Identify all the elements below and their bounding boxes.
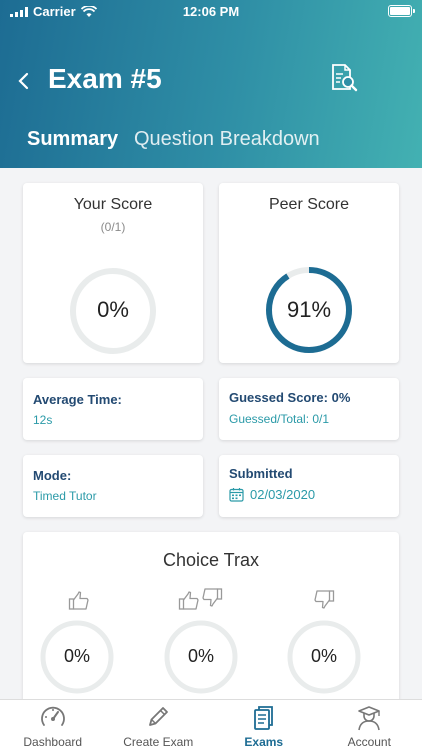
- choice-trax-changed-percent: 0%: [187, 646, 214, 666]
- average-time-value: 12s: [33, 413, 53, 427]
- submitted-date-text: 02/03/2020: [250, 487, 316, 502]
- tab-create-exam[interactable]: Create Exam: [106, 700, 212, 750]
- thumbs-up-down-icon: [178, 588, 223, 610]
- choice-trax-title: Choice Trax: [162, 550, 260, 570]
- guessed-score-label: Guessed Score: 0%: [229, 390, 351, 405]
- your-score-title: Your Score: [73, 196, 153, 213]
- guessed-score-card: Guessed Score: 0% Guessed/Total: 0/1: [219, 378, 399, 440]
- report-search-button[interactable]: [328, 62, 360, 94]
- clock: 12:06 PM: [182, 4, 240, 19]
- chevron-left-icon: [18, 72, 29, 90]
- tab-summary[interactable]: Summary: [27, 128, 118, 151]
- submitted-label: Submitted: [229, 466, 293, 481]
- tab-exams-label: Exams: [244, 735, 284, 749]
- peer-score-percent: 91%: [286, 297, 332, 322]
- page-title: Exam #5: [48, 63, 162, 94]
- guessed-total-value: Guessed/Total: 0/1: [229, 412, 330, 426]
- submitted-card: Submitted 02/03/2020: [219, 455, 399, 517]
- tab-exams[interactable]: Exams: [211, 700, 317, 750]
- thumbs-up-icon: [68, 591, 89, 610]
- choice-trax-correct-percent: 0%: [63, 646, 90, 666]
- calendar-icon: [229, 488, 244, 502]
- peer-score-title: Peer Score: [268, 196, 350, 213]
- tab-create-exam-label: Create Exam: [123, 735, 194, 749]
- choice-trax-card: Choice Trax 0% 0% 0%: [23, 532, 399, 712]
- average-time-label: Average Time:: [33, 392, 122, 407]
- status-bar: Carrier 12:06 PM: [0, 4, 422, 20]
- mode-card: Mode: Timed Tutor: [23, 455, 203, 517]
- bottom-tab-bar: Dashboard Create Exam Exams Account: [0, 699, 422, 750]
- tab-account-label: Account: [347, 735, 391, 749]
- submitted-date: 02/03/2020: [229, 487, 315, 502]
- tab-question-breakdown[interactable]: Question Breakdown: [134, 128, 320, 151]
- average-time-card: Average Time: 12s: [23, 378, 203, 440]
- exams-document-icon: [253, 706, 273, 730]
- battery-icon: [388, 5, 415, 17]
- pencil-icon: [149, 707, 169, 726]
- thumbs-down-icon: [314, 590, 335, 609]
- document-search-icon: [332, 64, 358, 92]
- tab-dashboard[interactable]: Dashboard: [0, 700, 106, 750]
- tab-account[interactable]: Account: [317, 700, 422, 750]
- mode-value: Timed Tutor: [33, 489, 97, 503]
- your-score-card: Your Score (0/1) 0%: [23, 183, 203, 363]
- your-score-fraction: (0/1): [100, 220, 126, 234]
- your-score-percent: 0%: [97, 297, 129, 322]
- graduate-user-icon: [358, 706, 381, 731]
- mode-label: Mode:: [33, 468, 72, 483]
- back-button[interactable]: [16, 66, 36, 96]
- tab-dashboard-label: Dashboard: [23, 735, 83, 749]
- speedometer-icon: [40, 706, 65, 726]
- choice-trax-incorrect-percent: 0%: [310, 646, 337, 666]
- peer-score-card: Peer Score 91%: [219, 183, 399, 363]
- header: Carrier 12:06 PM Exam #5 Summary Questio…: [0, 0, 422, 168]
